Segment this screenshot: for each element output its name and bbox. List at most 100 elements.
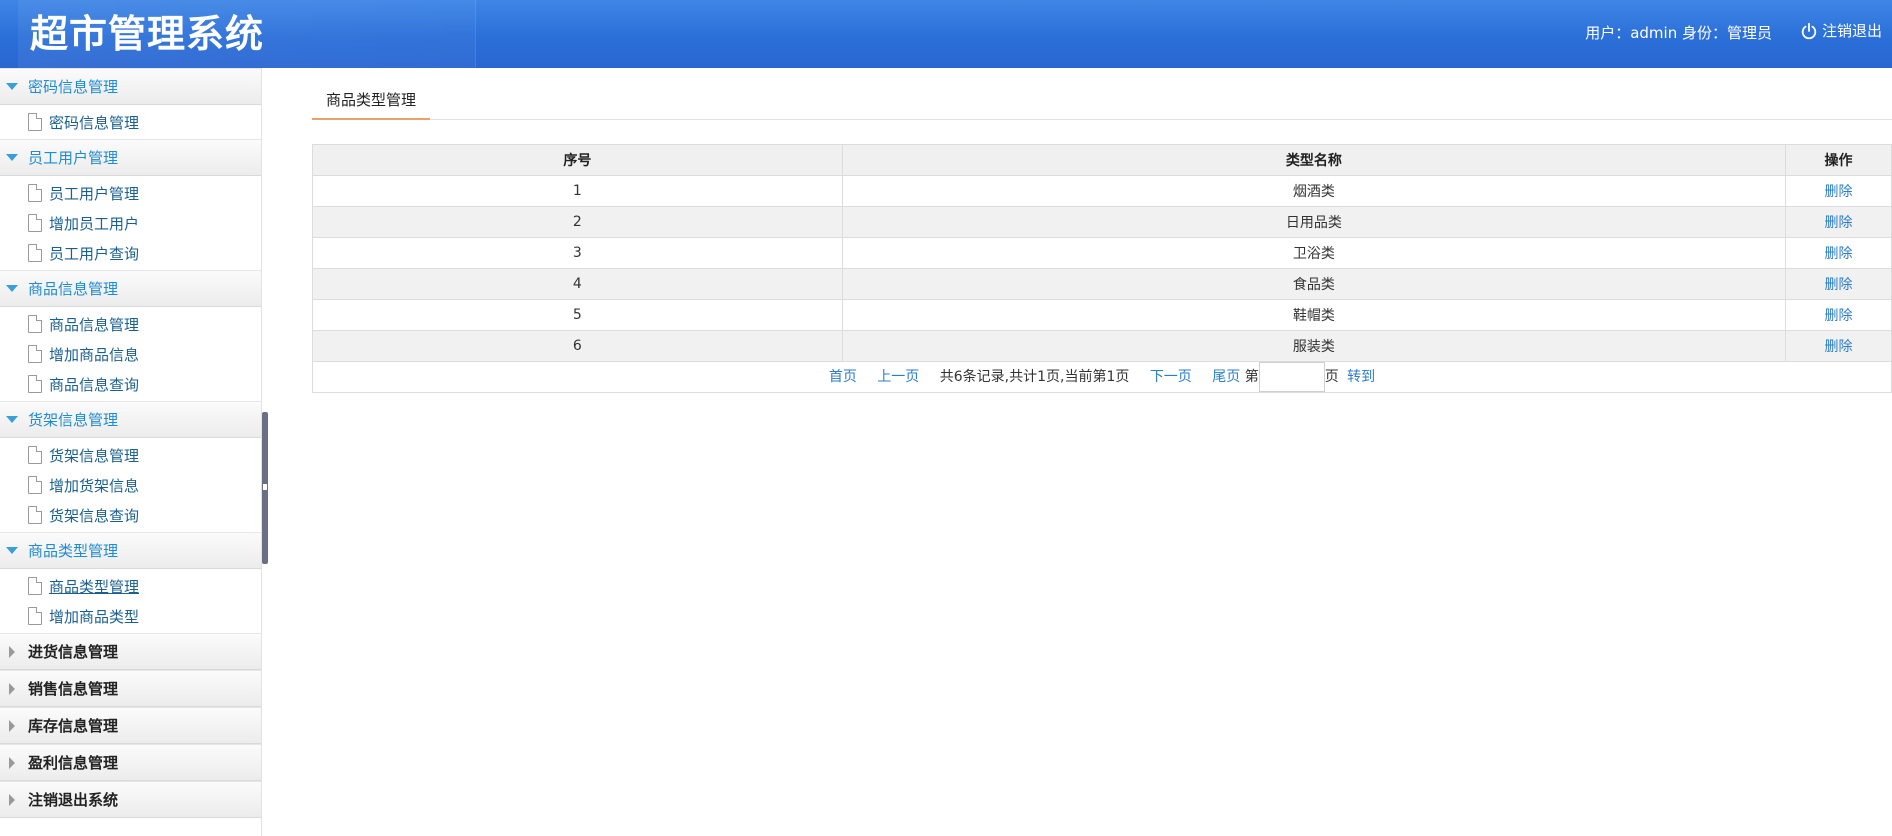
sidebar-item-label: 商品类型管理	[49, 577, 140, 596]
table-row: 6 服装类 删除	[312, 330, 1892, 362]
document-icon	[28, 184, 42, 202]
sidebar-item-label: 货架信息查询	[49, 506, 140, 525]
top-header: 超市管理系统 用户：admin 身份：管理员 注销退出	[0, 0, 1892, 68]
sidebar-group-header[interactable]: 商品类型管理	[0, 532, 261, 569]
tab-category-management[interactable]: 商品类型管理	[312, 84, 431, 120]
sidebar-group-header[interactable]: 库存信息管理	[0, 707, 261, 744]
sidebar-group-label: 库存信息管理	[28, 717, 119, 735]
sidebar-group-label: 货架信息管理	[28, 411, 119, 429]
document-icon	[28, 375, 42, 393]
sidebar-item-label: 员工用户查询	[49, 244, 140, 263]
sidebar-group-header[interactable]: 商品信息管理	[0, 270, 261, 307]
table-row: 1 烟酒类 删除	[312, 175, 1892, 207]
first-page-link[interactable]: 首页	[829, 369, 857, 385]
main-content: 商品类型管理 序号 类型名称 操作 1 烟酒类 删除 2 日用品类 删除 3 卫…	[312, 68, 1892, 836]
logout-button[interactable]: 注销退出	[1800, 20, 1882, 41]
triangle-down-icon	[6, 83, 18, 90]
sidebar-item-label: 增加货架信息	[49, 476, 140, 495]
delete-link[interactable]: 删除	[1825, 215, 1853, 231]
cell-index: 2	[312, 206, 843, 238]
cell-type-name: 食品类	[841, 268, 1787, 300]
sidebar-menu: 密码信息管理 密码信息管理 员工用户管理 员工用户管理 增加员工用户 员工用户查询 商品信息…	[0, 68, 262, 836]
triangle-down-icon	[6, 547, 18, 554]
sidebar-item-label: 商品信息管理	[49, 315, 140, 334]
cell-type-name: 卫浴类	[841, 237, 1787, 269]
sidebar-item[interactable]: 增加商品类型	[0, 601, 261, 631]
sidebar-item[interactable]: 密码信息管理	[0, 107, 261, 137]
document-icon	[28, 607, 42, 625]
sidebar-item[interactable]: 商品信息查询	[0, 369, 261, 399]
cell-type-name: 日用品类	[841, 206, 1787, 238]
cell-index: 6	[312, 330, 843, 362]
delete-link[interactable]: 删除	[1825, 339, 1853, 355]
delete-link[interactable]: 删除	[1825, 277, 1853, 293]
sidebar-item[interactable]: 员工用户管理	[0, 178, 261, 208]
sidebar-group-label: 销售信息管理	[28, 680, 119, 698]
sidebar-item[interactable]: 员工用户查询	[0, 238, 261, 268]
triangle-down-icon	[6, 154, 18, 161]
sidebar-item-label: 增加商品类型	[49, 607, 140, 626]
cell-type-name: 鞋帽类	[841, 299, 1787, 331]
sidebar-group-header[interactable]: 密码信息管理	[0, 68, 261, 105]
app-title: 超市管理系统	[30, 12, 265, 56]
sidebar-group-items: 货架信息管理 增加货架信息 货架信息查询	[0, 438, 261, 532]
document-icon	[28, 244, 42, 262]
sidebar-group-label: 进货信息管理	[28, 643, 119, 661]
go-to-page-link[interactable]: 转到	[1347, 369, 1375, 385]
delete-link[interactable]: 删除	[1825, 308, 1853, 324]
sidebar-group-header[interactable]: 进货信息管理	[0, 633, 261, 670]
sidebar-item[interactable]: 货架信息管理	[0, 440, 261, 470]
sidebar-group-items: 密码信息管理	[0, 105, 261, 139]
sidebar-group-header[interactable]: 注销退出系统	[0, 781, 261, 818]
page-number-input[interactable]	[1258, 362, 1325, 392]
triangle-down-icon	[6, 416, 18, 423]
category-table: 序号 类型名称 操作 1 烟酒类 删除 2 日用品类 删除 3 卫浴类 删除 4…	[312, 144, 1892, 393]
table-row: 5 鞋帽类 删除	[312, 299, 1892, 331]
sidebar-item[interactable]: 商品类型管理	[0, 571, 261, 601]
sidebar-group-label: 商品信息管理	[28, 280, 119, 298]
delete-link[interactable]: 删除	[1825, 246, 1853, 262]
sidebar-group-label: 盈利信息管理	[28, 754, 119, 772]
triangle-right-icon	[9, 756, 15, 769]
sidebar-group-label: 员工用户管理	[28, 149, 119, 167]
sidebar-item[interactable]: 增加货架信息	[0, 470, 261, 500]
power-icon	[1801, 22, 1817, 39]
last-page-link[interactable]: 尾页	[1212, 369, 1240, 385]
sidebar-item-label: 增加商品信息	[49, 345, 140, 364]
document-icon	[28, 446, 42, 464]
document-icon	[28, 113, 42, 131]
sidebar-group-header[interactable]: 盈利信息管理	[0, 744, 261, 781]
sidebar-item[interactable]: 增加员工用户	[0, 208, 261, 238]
delete-link[interactable]: 删除	[1825, 184, 1853, 200]
cell-index: 3	[312, 237, 843, 269]
column-header-action: 操作	[1785, 144, 1892, 176]
sidebar-item[interactable]: 货架信息查询	[0, 500, 261, 530]
prev-page-link[interactable]: 上一页	[877, 369, 919, 385]
triangle-right-icon	[9, 793, 15, 806]
triangle-right-icon	[9, 645, 15, 658]
triangle-right-icon	[9, 682, 15, 695]
sidebar-item[interactable]: 增加商品信息	[0, 339, 261, 369]
sidebar-group-label: 密码信息管理	[28, 78, 119, 96]
next-page-link[interactable]: 下一页	[1150, 369, 1192, 385]
table-row: 2 日用品类 删除	[312, 206, 1892, 238]
sidebar-group-label: 商品类型管理	[28, 542, 119, 560]
sidebar-group-label: 注销退出系统	[28, 791, 119, 809]
cell-index: 4	[312, 268, 843, 300]
sidebar-group-items: 商品类型管理 增加商品类型	[0, 569, 261, 633]
cell-type-name: 烟酒类	[841, 175, 1787, 207]
user-info: 用户：admin 身份：管理员	[1585, 24, 1772, 42]
sidebar-splitter-handle[interactable]	[262, 412, 268, 564]
sidebar-item-label: 员工用户管理	[49, 184, 140, 203]
document-icon	[28, 506, 42, 524]
sidebar-group-header[interactable]: 销售信息管理	[0, 670, 261, 707]
sidebar-group-header[interactable]: 员工用户管理	[0, 139, 261, 176]
sidebar-group-header[interactable]: 货架信息管理	[0, 401, 261, 438]
column-header-type-name: 类型名称	[841, 144, 1787, 176]
sidebar-item[interactable]: 商品信息管理	[0, 309, 261, 339]
pagination-info: 共6条记录,共计1页,当前第1页	[939, 369, 1130, 385]
pagination-row: 首页 上一页 共6条记录,共计1页,当前第1页 下一页 尾页 第 页 转到	[312, 361, 1892, 393]
sidebar-item-label: 商品信息查询	[49, 375, 140, 394]
sidebar-item-label: 货架信息管理	[49, 446, 140, 465]
document-icon	[28, 345, 42, 363]
